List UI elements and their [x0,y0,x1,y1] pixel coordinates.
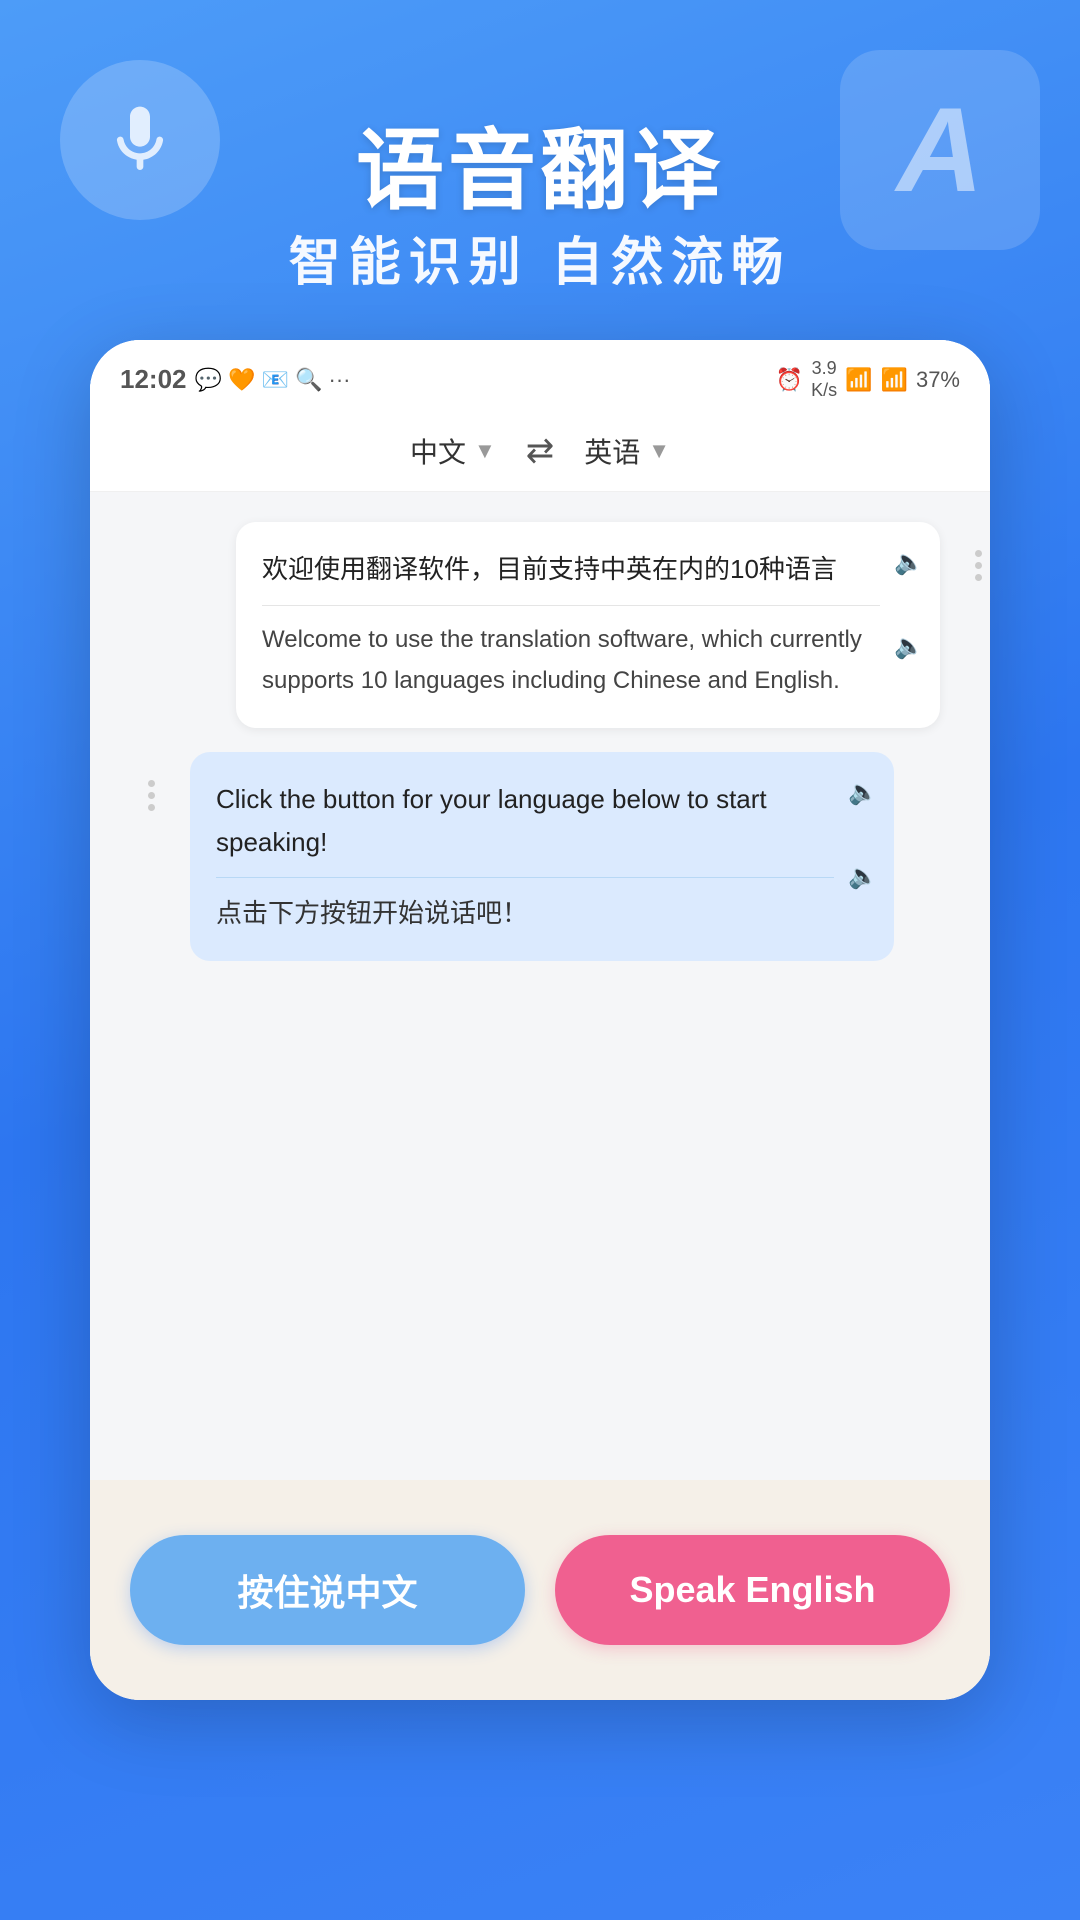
speak-chinese-button[interactable]: 按住说中文 [130,1535,525,1645]
status-right: ⏰ 3.9K/s 📶 📶 37% [776,358,960,401]
status-wifi: 📶 [845,367,872,393]
phone-mockup: 12:02 💬 🧡 📧 🔍 ··· ⏰ 3.9K/s 📶 📶 37% 中文 ▼ [90,340,990,1700]
speak-english-button[interactable]: Speak English [555,1535,950,1645]
bottom-action-bar: 按住说中文 Speak English [90,1480,990,1700]
msg-english-text: Welcome to use the translation software,… [262,620,880,702]
target-language-selector[interactable]: 英语 ▼ [584,431,670,471]
swap-language-icon[interactable]: ⇄ [526,431,555,471]
status-alarm: ⏰ [776,367,803,393]
msg-chinese-text: 欢迎使用翻译软件，目前支持中英在内的10种语言 [262,548,880,591]
msg-english-prompt: Click the button for your language below… [216,778,834,864]
status-icons: 💬 🧡 📧 🔍 ··· [195,367,351,393]
sound-english-prompt-icon[interactable]: 🔈 [848,778,878,807]
target-lang-dropdown-icon: ▼ [648,438,670,464]
status-signal: 📶 [881,367,908,393]
message-right-1: 欢迎使用翻译软件，目前支持中英在内的10种语言 Welcome to use t… [236,522,940,727]
status-battery: 37% [916,367,960,393]
status-time: 12:02 [120,364,187,395]
status-speed: 3.9K/s [811,358,837,401]
app-subtitle: 智能识别 自然流畅 [0,220,1080,295]
phone-top-bar: 12:02 💬 🧡 📧 🔍 ··· ⏰ 3.9K/s 📶 📶 37% 中文 ▼ [90,340,990,492]
language-bar: 中文 ▼ ⇄ 英语 ▼ [90,411,990,492]
source-language-selector[interactable]: 中文 ▼ [410,431,496,471]
sound-chinese-prompt-icon[interactable]: 🔈 [848,862,878,891]
message-more-dots[interactable] [975,550,982,581]
status-left: 12:02 💬 🧡 📧 🔍 ··· [120,364,351,395]
msg-chinese-prompt: 点击下方按钮开始说话吧！ [216,892,834,935]
app-title: 语音翻译 [0,100,1080,227]
sound-chinese-icon[interactable]: 🔈 [894,548,924,577]
message-left-1: Click the button for your language below… [190,752,894,962]
message-left-more-dots[interactable] [148,780,155,811]
sound-english-icon[interactable]: 🔈 [894,632,924,661]
source-lang-dropdown-icon: ▼ [474,438,496,464]
status-bar: 12:02 💬 🧡 📧 🔍 ··· ⏰ 3.9K/s 📶 📶 37% [90,340,990,411]
target-language-label: 英语 [584,431,640,471]
source-language-label: 中文 [410,431,466,471]
